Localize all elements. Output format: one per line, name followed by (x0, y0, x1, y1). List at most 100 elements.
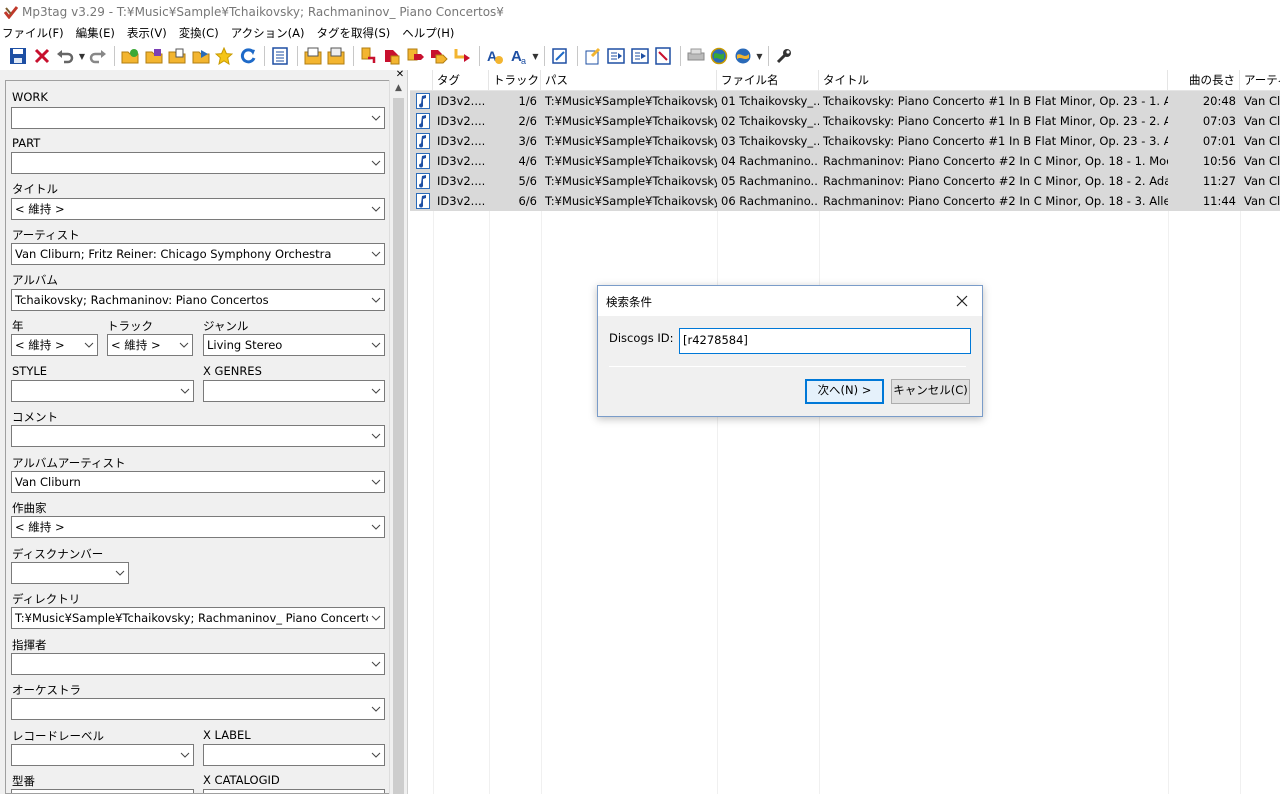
part-field[interactable] (11, 152, 385, 174)
table-row[interactable]: ID3v2.... 5/6 T:¥Music¥Sample¥Tchaikovsk… (410, 171, 1280, 191)
replace-icon[interactable]: Aa (508, 45, 530, 67)
redo-icon[interactable] (87, 45, 109, 67)
close-icon[interactable] (954, 293, 970, 309)
menu-convert[interactable]: 変換(C) (179, 25, 219, 41)
panel-close-icon[interactable]: ✕ (394, 70, 406, 80)
chevron-down-icon[interactable] (368, 472, 384, 492)
col-path[interactable]: パス (541, 70, 717, 91)
directory-field[interactable]: T:¥Music¥Sample¥Tchaikovsky; Rachmaninov… (11, 607, 385, 629)
chevron-down-icon[interactable] (368, 381, 384, 401)
tag-panel-icon[interactable] (269, 45, 291, 67)
chevron-down-icon[interactable] (368, 108, 384, 128)
xcatalogid-field[interactable] (203, 789, 385, 793)
folder-open-icon[interactable] (166, 45, 188, 67)
albumartist-field[interactable]: Van Cliburn (11, 471, 385, 493)
menu-help[interactable]: ヘルプ(H) (402, 25, 454, 41)
chevron-down-icon[interactable] (177, 745, 193, 765)
options-icon[interactable] (773, 45, 795, 67)
cancel-button[interactable]: キャンセル(C) (891, 379, 970, 404)
chevron-down-icon[interactable] (368, 517, 384, 537)
table-row[interactable]: ID3v2.... 4/6 T:¥Music¥Sample¥Tchaikovsk… (410, 151, 1280, 171)
convert-tag-filename-icon[interactable] (381, 45, 403, 67)
xgenres-field[interactable] (203, 380, 385, 402)
conductor-field[interactable] (11, 653, 385, 675)
chevron-down-icon[interactable] (368, 608, 384, 628)
paste-tag-icon[interactable] (325, 45, 347, 67)
chevron-down-icon[interactable] (368, 335, 384, 355)
col-title[interactable]: タイトル (819, 70, 1168, 91)
composer-field[interactable]: < 維持 > (11, 516, 385, 538)
style-field[interactable] (11, 380, 194, 402)
convert-text-tag-icon[interactable] (405, 45, 427, 67)
col-artist[interactable]: アーティ (1240, 70, 1280, 91)
work-field[interactable] (11, 107, 385, 129)
convert-tag-tag-icon[interactable] (428, 45, 450, 67)
menu-view[interactable]: 表示(V) (127, 25, 167, 41)
album-field[interactable]: Tchaikovsky; Rachmaninov: Piano Concerto… (11, 289, 385, 311)
action-icon[interactable] (685, 45, 707, 67)
table-row[interactable]: ID3v2.... 6/6 T:¥Music¥Sample¥Tchaikovsk… (410, 191, 1280, 211)
chevron-down-icon[interactable] (368, 745, 384, 765)
edit-tag-icon[interactable] (549, 45, 571, 67)
case-conversion-icon[interactable]: A (484, 45, 506, 67)
table-row[interactable]: ID3v2.... 2/6 T:¥Music¥Sample¥Tchaikovsk… (410, 111, 1280, 131)
chevron-down-icon[interactable] (368, 199, 384, 219)
artist-field[interactable]: Van Cliburn; Fritz Reiner: Chicago Symph… (11, 243, 385, 265)
discogs-id-input[interactable]: [r4278584] (679, 328, 971, 354)
tag-panel-scrollbar[interactable]: ▲ (389, 80, 406, 794)
menu-edit[interactable]: 編集(E) (76, 25, 115, 41)
autonumber-icon[interactable] (452, 45, 474, 67)
chevron-down-icon[interactable] (368, 654, 384, 674)
web-source-icon[interactable] (708, 45, 730, 67)
chevron-down-icon[interactable] (368, 290, 384, 310)
genre-field[interactable]: Living Stereo (203, 334, 385, 356)
chevron-down-icon[interactable] (368, 244, 384, 264)
chevron-down-icon[interactable] (368, 426, 384, 446)
year-field[interactable]: < 維持 > (11, 334, 98, 356)
chevron-down-icon[interactable] (112, 563, 128, 583)
col-filename[interactable]: ファイル名 (717, 70, 819, 91)
comment-field[interactable] (11, 425, 385, 447)
chevron-down-icon[interactable] (368, 699, 384, 719)
menu-file[interactable]: ファイル(F) (2, 25, 64, 41)
folder-export-icon[interactable] (190, 45, 212, 67)
replace-dropdown-icon[interactable]: ▼ (531, 45, 540, 67)
save-icon[interactable] (7, 45, 29, 67)
refresh-icon[interactable] (237, 45, 259, 67)
scrollbar-thumb[interactable] (393, 98, 404, 794)
playlist-icon[interactable] (605, 45, 627, 67)
label-field[interactable] (11, 744, 194, 766)
chevron-down-icon[interactable] (368, 153, 384, 173)
chevron-down-icon[interactable] (177, 381, 193, 401)
undo-dropdown-icon[interactable]: ▼ (78, 45, 87, 67)
track-field[interactable]: < 維持 > (107, 334, 193, 356)
favorite-star-icon[interactable] (213, 45, 235, 67)
online-lookup-dropdown-icon[interactable]: ▼ (755, 45, 764, 67)
menu-action[interactable]: アクション(A) (231, 25, 305, 41)
chevron-down-icon[interactable] (176, 335, 192, 355)
online-lookup-icon[interactable] (732, 45, 754, 67)
xlabel-field[interactable] (203, 744, 385, 766)
add-file-icon[interactable] (143, 45, 165, 67)
add-directory-icon[interactable] (119, 45, 141, 67)
menu-tag-sources[interactable]: タグを取得(S) (316, 25, 390, 41)
table-row[interactable]: ID3v2.... 3/6 T:¥Music¥Sample¥Tchaikovsk… (410, 131, 1280, 151)
col-icon[interactable] (410, 70, 433, 91)
chevron-down-icon[interactable] (81, 335, 97, 355)
import-icon[interactable] (629, 45, 651, 67)
quick-action-icon[interactable] (652, 45, 674, 67)
export-icon[interactable] (582, 45, 604, 67)
discnumber-field[interactable] (11, 562, 129, 584)
scroll-up-icon[interactable]: ▲ (390, 80, 407, 97)
col-length[interactable]: 曲の長さ (1168, 70, 1240, 91)
catalog-field[interactable] (11, 789, 194, 793)
table-row[interactable]: ID3v2.... 1/6 T:¥Music¥Sample¥Tchaikovsk… (410, 91, 1280, 111)
undo-icon[interactable] (54, 45, 76, 67)
title-field[interactable]: < 維持 > (11, 198, 385, 220)
col-tag[interactable]: タグ (433, 70, 489, 91)
copy-tag-icon[interactable] (302, 45, 324, 67)
orchestra-field[interactable] (11, 698, 385, 720)
col-track[interactable]: トラック (489, 70, 541, 91)
next-button[interactable]: 次へ(N) > (805, 379, 884, 404)
remove-tag-icon[interactable] (31, 45, 53, 67)
